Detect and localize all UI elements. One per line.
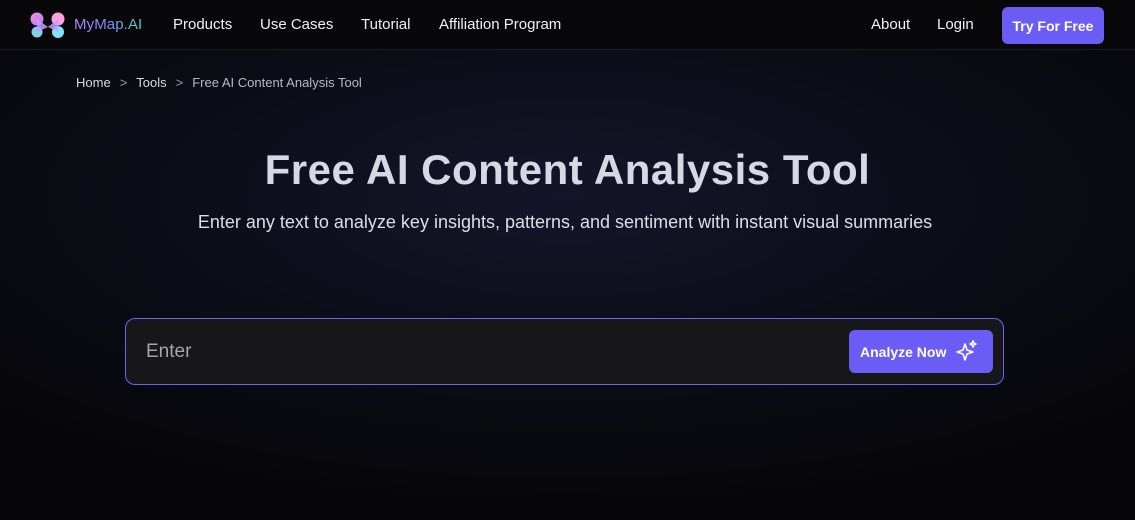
brand-name[interactable]: MyMap.AI bbox=[74, 16, 142, 33]
nav-tutorial[interactable]: Tutorial bbox=[361, 16, 410, 33]
breadcrumb-home[interactable]: Home bbox=[76, 75, 111, 90]
mymap-logo-icon[interactable] bbox=[28, 10, 68, 40]
page-title: Free AI Content Analysis Tool bbox=[264, 146, 871, 193]
content-input-box: Analyze Now bbox=[125, 318, 1004, 385]
breadcrumb: Home > Tools > Free AI Content Analysis … bbox=[76, 75, 362, 90]
nav-use-cases[interactable]: Use Cases bbox=[260, 16, 333, 33]
nav-login[interactable]: Login bbox=[937, 16, 974, 33]
try-for-free-button[interactable]: Try For Free bbox=[1002, 7, 1104, 44]
page-subtitle: Enter any text to analyze key insights, … bbox=[197, 212, 933, 232]
analyze-now-label: Analyze Now bbox=[860, 344, 947, 360]
nav-about[interactable]: About bbox=[871, 16, 910, 33]
top-navbar: MyMap.AI Products Use Cases Tutorial Aff… bbox=[0, 0, 1135, 50]
nav-affiliation-program[interactable]: Affiliation Program bbox=[439, 16, 561, 33]
nav-products[interactable]: Products bbox=[173, 16, 232, 33]
analyze-now-button[interactable]: Analyze Now bbox=[849, 330, 993, 373]
breadcrumb-separator: > bbox=[119, 75, 128, 90]
breadcrumb-separator: > bbox=[175, 75, 184, 90]
breadcrumb-current: Free AI Content Analysis Tool bbox=[192, 75, 362, 90]
sparkle-icon bbox=[955, 339, 979, 363]
content-text-input[interactable] bbox=[146, 336, 836, 368]
breadcrumb-tools[interactable]: Tools bbox=[136, 75, 166, 90]
